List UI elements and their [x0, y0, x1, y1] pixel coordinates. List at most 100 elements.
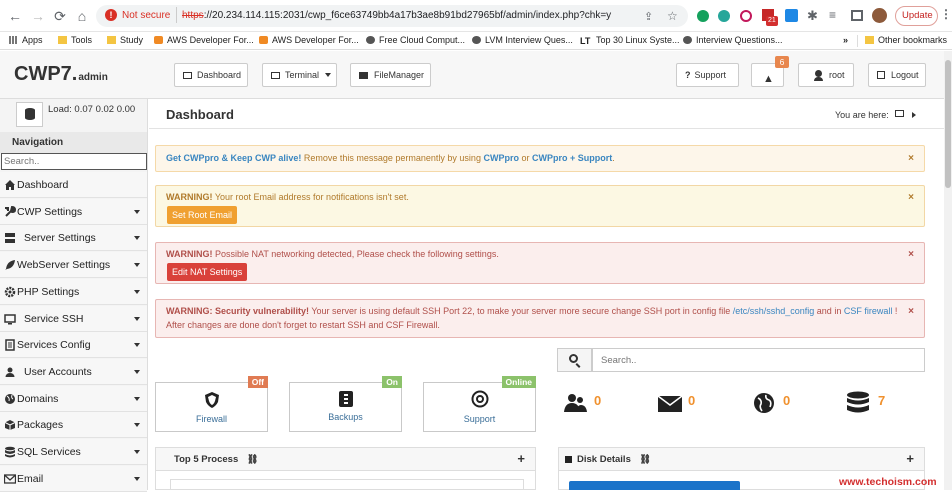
- puzzle-icon[interactable]: ✱: [807, 8, 818, 24]
- service-label: Backups: [328, 412, 363, 422]
- forward-icon[interactable]: →: [30, 8, 46, 24]
- disk-tab[interactable]: [569, 481, 740, 490]
- panel-top5-header: Top 5 Process ⛓ +: [155, 447, 536, 471]
- bookmark-tools[interactable]: Tools: [58, 35, 92, 45]
- logout-button[interactable]: Logout: [868, 63, 926, 87]
- alert-text: Possible NAT networking detected, Please…: [212, 249, 499, 259]
- search-button[interactable]: [557, 348, 592, 372]
- sidebar-item-email[interactable]: Email: [0, 465, 147, 492]
- sidebar-item-server-settings[interactable]: Server Settings: [0, 225, 147, 252]
- menu-icon[interactable]: ⋮: [940, 7, 952, 21]
- bookmark-lvm[interactable]: LVM Interview Ques...: [472, 35, 573, 45]
- add-button[interactable]: +: [906, 448, 914, 470]
- terminal-icon: [271, 72, 280, 79]
- block-icon[interactable]: [740, 10, 752, 22]
- breadcrumb: You are here:: [835, 110, 889, 120]
- sshd-config-link[interactable]: /etc/ssh/sshd_config: [733, 306, 815, 316]
- address-bar[interactable]: ! Not secure https://20.234.114.115:2031…: [96, 5, 688, 27]
- database-icon: [25, 108, 35, 120]
- sidebar-item-sql-services[interactable]: SQL Services: [0, 439, 147, 465]
- user-icon-body: [814, 77, 823, 81]
- bookmark-label: Free Cloud Comput...: [379, 35, 466, 45]
- close-icon[interactable]: ×: [908, 306, 914, 317]
- other-bookmarks[interactable]: Other bookmarks: [865, 35, 947, 45]
- logo[interactable]: CWP7.admin: [14, 63, 108, 86]
- tab-terminal[interactable]: Terminal: [262, 63, 337, 87]
- scrollbar-thumb[interactable]: [945, 60, 951, 188]
- users-count: 0: [594, 393, 602, 408]
- folder-icon: [359, 72, 368, 79]
- sidebar-item-label: Services Config: [17, 339, 91, 352]
- set-root-email-button[interactable]: Set Root Email: [167, 206, 238, 224]
- star-icon[interactable]: ☆: [667, 9, 678, 23]
- service-support[interactable]: Online Support: [423, 376, 536, 432]
- alert-text-line2: After changes are done don't forget to r…: [166, 320, 440, 330]
- sidebar-search-input[interactable]: [1, 153, 147, 170]
- alert-text: or: [518, 153, 532, 163]
- grammarly-icon[interactable]: [697, 10, 709, 22]
- user-menu[interactable]: root: [798, 63, 854, 87]
- reload-icon[interactable]: ⟳: [52, 8, 68, 24]
- sidebar-item-user-accounts[interactable]: User Accounts: [0, 358, 147, 385]
- avatar[interactable]: [872, 8, 887, 23]
- back-icon[interactable]: ←: [7, 8, 23, 24]
- tab-filemanager[interactable]: FileManager: [350, 63, 431, 87]
- service-firewall[interactable]: Off Firewall: [155, 376, 268, 432]
- sidebar-item-domains[interactable]: Domains: [0, 385, 147, 412]
- bookmark-apps[interactable]: Apps: [9, 35, 43, 45]
- sidebar-item-cwp-settings[interactable]: CWP Settings: [0, 198, 147, 225]
- bookmark-label: Apps: [22, 35, 43, 45]
- sidebar-item-label: Packages: [17, 419, 64, 432]
- close-icon[interactable]: ×: [908, 192, 914, 203]
- sidebar-item-services-config[interactable]: Services Config: [0, 332, 147, 359]
- search-input[interactable]: [592, 348, 925, 372]
- browser-toolbar: ← → ⟳ ⌂ ! Not secure https://20.234.114.…: [0, 0, 952, 32]
- load-button[interactable]: [16, 102, 43, 127]
- logo-main: CWP7: [14, 63, 72, 85]
- service-backups[interactable]: On Backups: [289, 376, 402, 432]
- monitor-icon: [183, 72, 192, 79]
- sidebar-item-php-settings[interactable]: PHP Settings: [0, 278, 147, 305]
- update-button[interactable]: Update: [895, 6, 938, 26]
- cwppro-link[interactable]: CWPpro: [483, 153, 519, 163]
- bookmarks-overflow[interactable]: »: [843, 35, 848, 45]
- share-icon[interactable]: ⇪: [644, 10, 653, 23]
- bookmark-cloud[interactable]: Free Cloud Comput...: [366, 35, 465, 45]
- envelope-icon: [658, 396, 682, 412]
- chevron-down-icon: [134, 209, 140, 214]
- cwppro-support-link[interactable]: CWPpro + Support: [532, 153, 612, 163]
- sidebar-item-service-ssh[interactable]: Service SSH: [0, 305, 147, 332]
- sidebar-item-label: CWP Settings: [17, 205, 83, 218]
- sidebar-item-label: Dashboard: [17, 179, 69, 191]
- service-label: Support: [463, 414, 496, 424]
- not-secure-label: Not secure: [122, 10, 171, 21]
- sidebar-item-packages[interactable]: Packages: [0, 412, 147, 439]
- emails-count: 0: [688, 393, 696, 408]
- extension-c-icon[interactable]: [718, 10, 730, 22]
- monitor-icon: [895, 110, 904, 117]
- sidebar-item-webserver-settings[interactable]: WebServer Settings: [0, 252, 147, 279]
- watermark: www.techoism.com: [839, 476, 937, 488]
- bookmark-study[interactable]: Study: [107, 35, 143, 45]
- home-icon[interactable]: ⌂: [74, 8, 90, 24]
- edit-nat-settings-button[interactable]: Edit NAT Settings: [167, 263, 248, 281]
- csf-firewall-link[interactable]: CSF firewall: [844, 306, 893, 316]
- bookmark-aws-2[interactable]: AWS Developer For...: [259, 35, 359, 45]
- page-title: Dashboard: [166, 107, 234, 122]
- bookmark-aws-1[interactable]: AWS Developer For...: [154, 35, 254, 45]
- alert-text: Your root Email address for notification…: [212, 192, 409, 202]
- media-icon[interactable]: ≡: [829, 8, 836, 22]
- support-button[interactable]: ? Support: [676, 63, 739, 87]
- tab-dashboard[interactable]: Dashboard: [174, 63, 248, 87]
- url-scheme: https: [182, 10, 204, 21]
- add-button[interactable]: +: [517, 448, 525, 470]
- close-icon[interactable]: ×: [908, 146, 914, 171]
- folder-icon: [107, 36, 116, 44]
- bookmark-linux[interactable]: LT Top 30 Linux Syste...: [580, 35, 680, 46]
- sidebar-item-dashboard[interactable]: Dashboard: [0, 172, 147, 198]
- translate-icon[interactable]: [785, 9, 798, 22]
- folder-icon: [58, 36, 67, 44]
- close-icon[interactable]: ×: [908, 249, 914, 260]
- sidepanel-icon[interactable]: [851, 10, 863, 21]
- bookmark-interview[interactable]: Interview Questions...: [683, 35, 783, 45]
